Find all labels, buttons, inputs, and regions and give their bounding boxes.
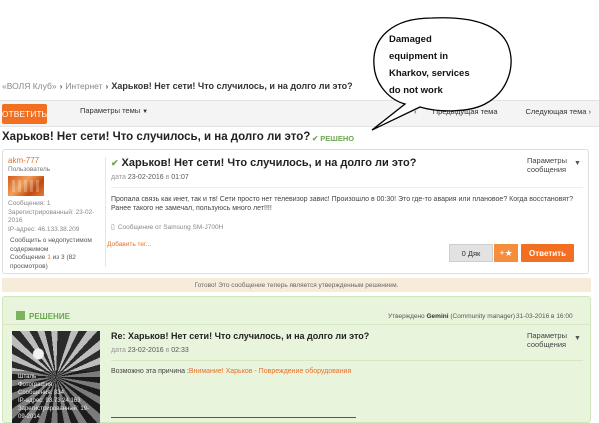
breadcrumb-item-internet[interactable]: Интернет — [65, 81, 102, 91]
topic-params-label: Параметры темы — [80, 106, 141, 115]
kudos-star-button[interactable]: +★ — [494, 244, 518, 262]
chevron-down-icon: ▼ — [142, 109, 149, 115]
breadcrumb-item-club[interactable]: «ВОЛЯ Клуб» — [2, 81, 57, 91]
solution-divider-line — [111, 360, 583, 361]
report-content-link[interactable]: Сообщить о недопустимом содержимом Сообщ… — [10, 237, 100, 271]
approved-by: Утверждено Gemini (Community manager) — [388, 313, 516, 320]
message-params-menu[interactable]: Параметры сообщения — [527, 156, 567, 174]
topic-navigation: ‹ Предыдущая тема Следующая тема › — [400, 107, 591, 116]
solution-label: РЕШЕНИЕ — [16, 311, 70, 321]
prev-topic-link[interactable]: ‹ Предыдущая тема — [414, 107, 497, 116]
avatar[interactable]: Шталь Фотография Сообщения: 834 IP-адрес… — [12, 331, 100, 423]
breadcrumb-separator: › — [59, 81, 63, 91]
post-date: дата 23-02-2016 в 01:07 — [111, 174, 189, 181]
approved-date: 31-03-2016 в 16:00 — [516, 313, 573, 320]
post-author: akm-777 Пользователь Сообщения: 1 Зареги… — [8, 156, 103, 234]
approved-notice: Готово! Это сообщение теперь является ут… — [2, 278, 591, 292]
author-role: Пользователь — [8, 166, 51, 173]
breadcrumb-current: Харьков! Нет сети! Что случилось, и на д… — [111, 81, 353, 91]
breadcrumb-separator: › — [105, 81, 109, 91]
breadcrumb: «ВОЛЯ Клуб» › Интернет › Харьков! Нет сети! … — [2, 81, 353, 91]
reply-button[interactable]: ОТВЕТИТЬ — [2, 104, 47, 124]
topic-params-menu[interactable]: Параметры темы ▼ — [80, 106, 148, 115]
sent-from: ▯ Сообщение от Samsung SM-J700H — [111, 224, 224, 231]
message-number: 1 — [47, 254, 51, 261]
post-divider-line — [111, 187, 583, 188]
checkbox-icon — [16, 311, 25, 320]
approver-link[interactable]: Gemini — [427, 313, 449, 320]
page-title: Харьков! Нет сети! Что случилось, и на д… — [2, 131, 311, 143]
solution-date: дата 23-02-2016 в 02:33 — [111, 347, 189, 354]
next-topic-link[interactable]: Следующая тема › — [512, 107, 591, 116]
author-meta: Сообщения: 1 Зарегистрированный: 23-02- … — [8, 200, 95, 233]
signature-divider — [111, 417, 356, 418]
post-body: Пропала связь как инет, так и тв! Сети п… — [111, 196, 574, 212]
checkmark-icon: ✔ — [312, 134, 319, 143]
chevron-down-icon[interactable]: ▼ — [574, 335, 581, 342]
author-name-link[interactable]: akm-777 — [8, 156, 103, 165]
solution-body: Возможно эта причина :Внимание! Харьков … — [111, 368, 352, 375]
avatar[interactable] — [8, 176, 44, 196]
post-divider — [105, 157, 106, 267]
solution-title: Re: Харьков! Нет сети! Что случилось, и … — [111, 331, 370, 341]
kudos-button[interactable]: 0 Дяк — [449, 244, 493, 262]
post-title: ✔ Харьков! Нет сети! Что случилось, и на … — [111, 157, 417, 169]
add-tag-link[interactable]: Добавить тег... — [107, 241, 151, 248]
answer-button[interactable]: Ответить — [521, 244, 574, 262]
solved-badge: ✔ РЕШЕНО — [312, 134, 355, 143]
checkmark-icon: ✔ — [111, 158, 119, 168]
annotation-text: Damaged equipment in Kharkov, services d… — [389, 34, 470, 96]
author-meta-overlay: Шталь Фотография Сообщения: 834 IP-адрес… — [12, 371, 100, 423]
message-params-menu[interactable]: Параметры сообщения — [527, 331, 567, 349]
phone-icon: ▯ — [111, 224, 115, 231]
solution-link[interactable]: Внимание! Харьков - Повреждение оборудов… — [189, 368, 351, 375]
chevron-down-icon[interactable]: ▼ — [574, 160, 581, 167]
star-icon: +★ — [499, 247, 513, 258]
